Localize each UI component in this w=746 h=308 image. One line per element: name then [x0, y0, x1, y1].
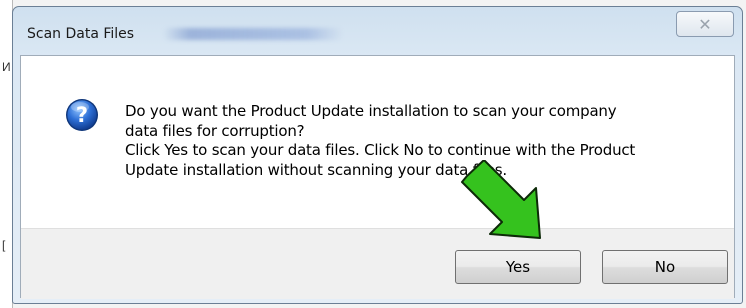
background-mark: И	[2, 60, 11, 74]
message-line: data files for corruption?	[125, 121, 305, 140]
background-mark: [	[2, 238, 6, 252]
title-bar[interactable]: Scan Data Files ✕	[13, 7, 742, 55]
blurred-title-detail	[163, 28, 343, 40]
dialog-client-area: ? Do you want the Product Update install…	[20, 55, 735, 299]
message-line: Update installation without scanning you…	[125, 160, 507, 179]
yes-button[interactable]: Yes	[455, 250, 581, 284]
message-line: Click Yes to scan your data files. Click…	[125, 141, 636, 159]
dialog-window: Scan Data Files ✕ ? Do you want the Prod…	[12, 6, 743, 304]
question-icon: ?	[66, 99, 98, 131]
button-bar: Yes No	[21, 228, 734, 299]
message-line: Do you want the Product Update installat…	[125, 102, 617, 120]
no-button[interactable]: No	[602, 250, 728, 284]
svg-text:?: ?	[76, 103, 88, 127]
close-icon: ✕	[698, 14, 712, 34]
message-area: ? Do you want the Product Update install…	[21, 56, 734, 228]
dialog-title: Scan Data Files	[27, 26, 135, 42]
dialog-message: Do you want the Product Update installat…	[125, 102, 715, 180]
close-button[interactable]: ✕	[676, 11, 734, 37]
